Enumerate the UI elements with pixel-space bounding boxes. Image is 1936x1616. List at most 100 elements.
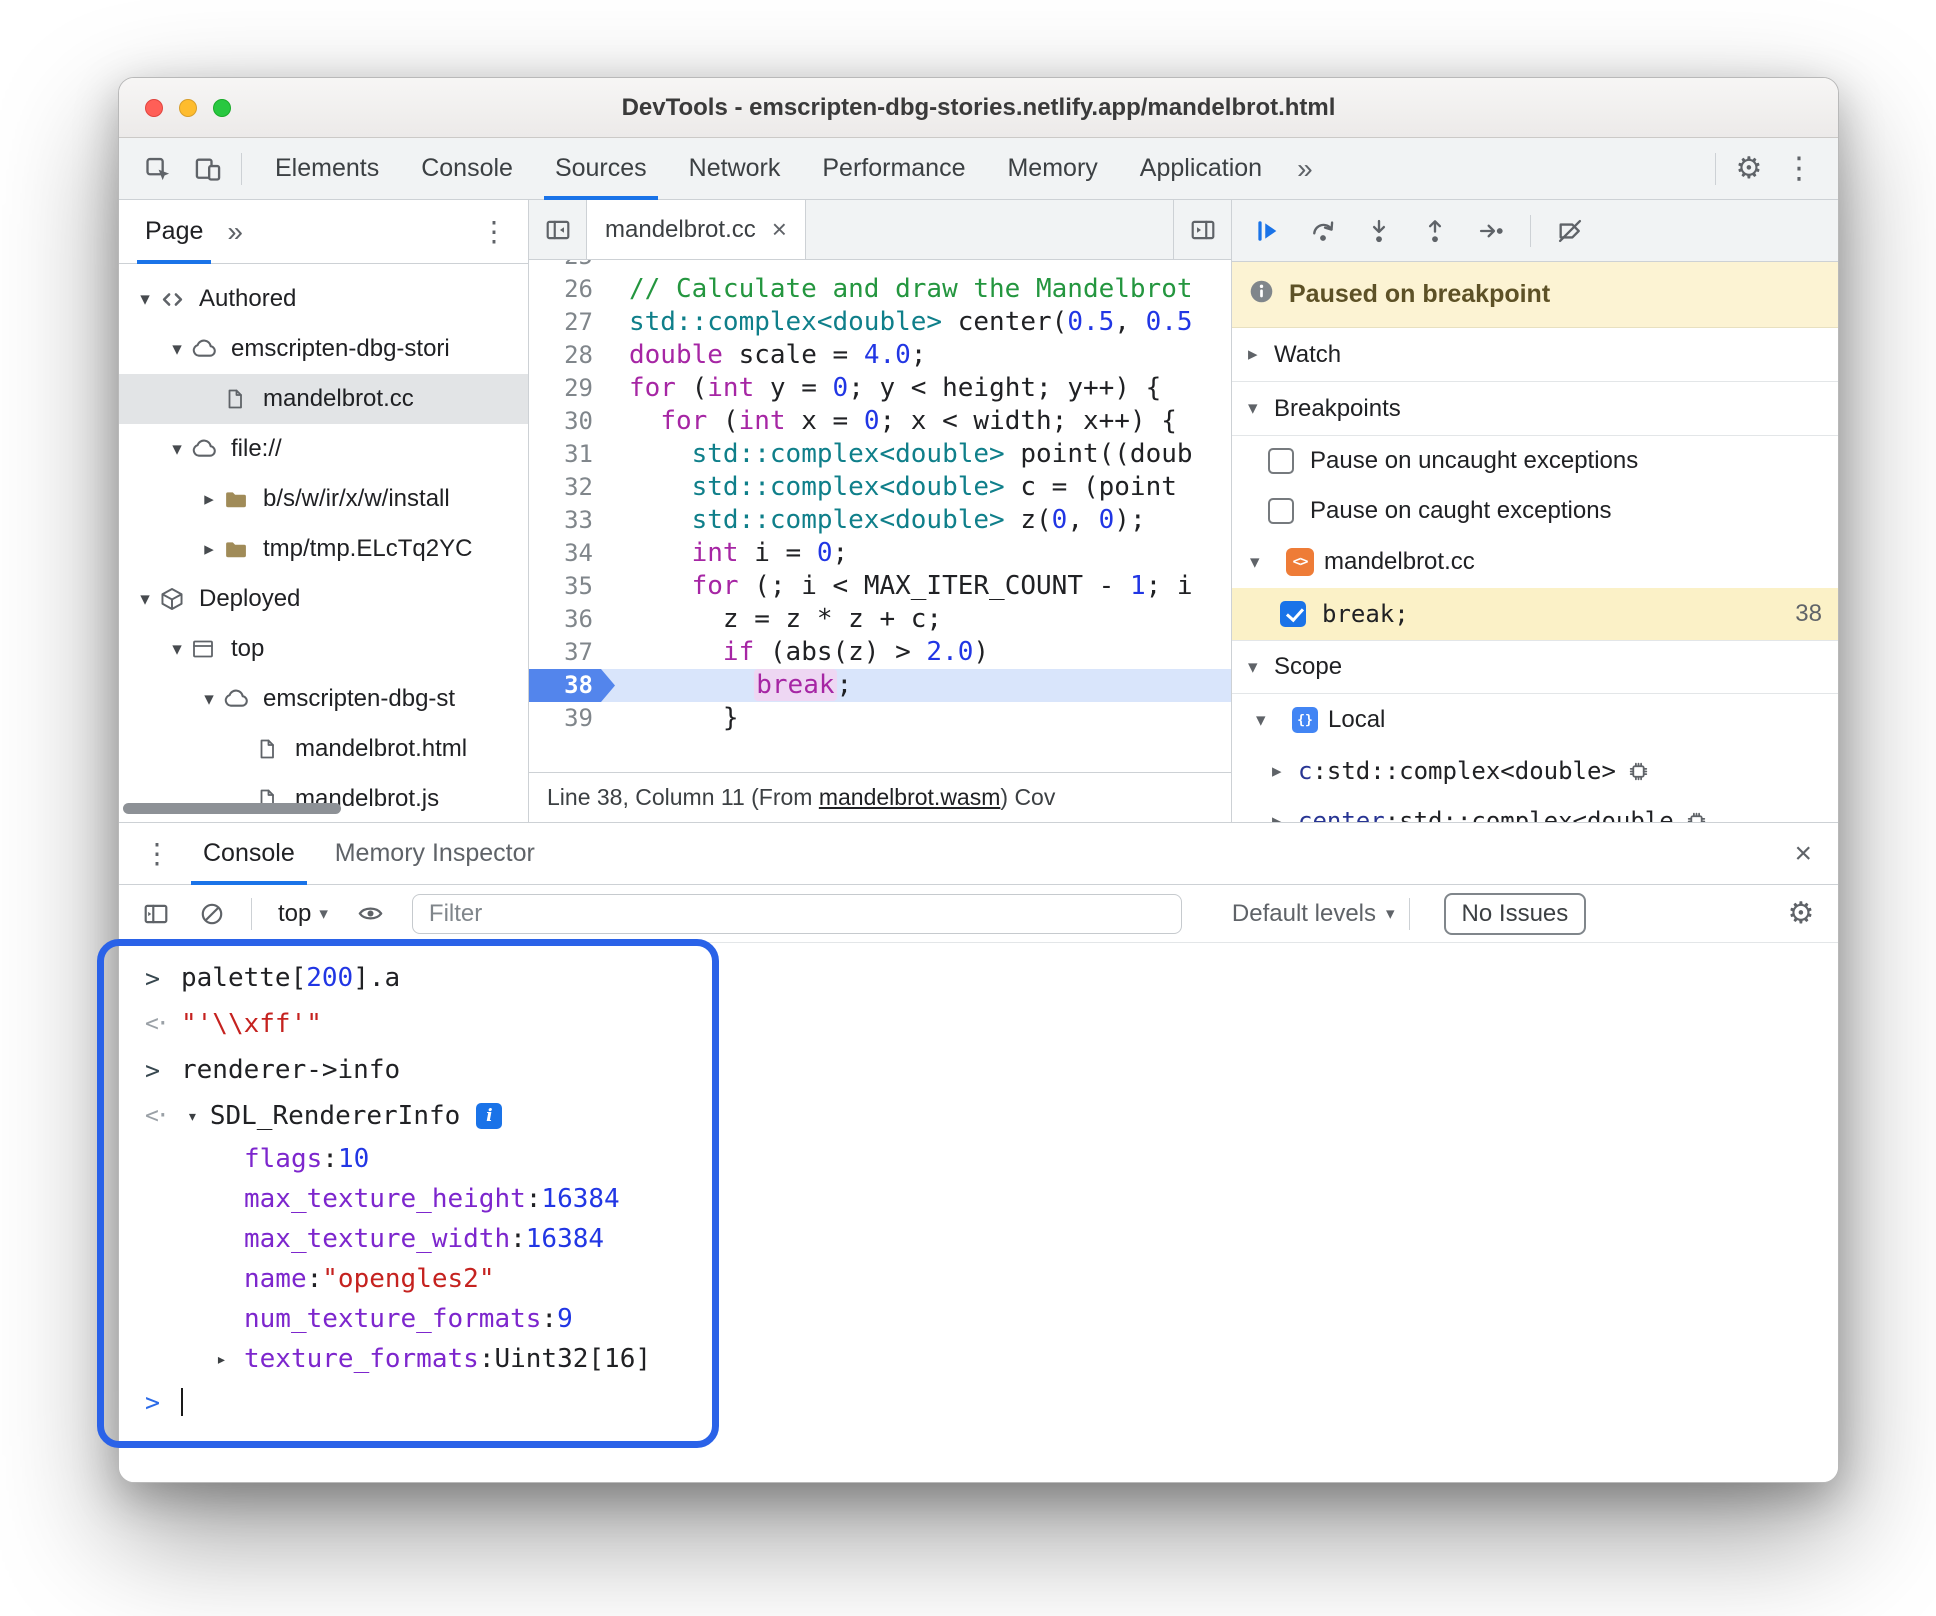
breakpoint-file-group[interactable]: ▾ mandelbrot.cc xyxy=(1232,536,1838,588)
log-levels-dropdown[interactable]: Default levels ▾ xyxy=(1232,900,1395,928)
console-output-entry[interactable]: <· "'\\xff'" xyxy=(119,1001,1838,1047)
horizontal-scrollbar[interactable] xyxy=(123,803,341,814)
tree-item-top[interactable]: ▾ top xyxy=(119,624,528,674)
step-into-icon[interactable] xyxy=(1354,207,1404,255)
object-property-texture_formats[interactable]: ▸ texture_formats: Uint32[16] xyxy=(119,1339,1838,1379)
tree-item-deployed[interactable]: ▾ Deployed xyxy=(119,574,528,624)
object-property-max_texture_width[interactable]: max_texture_width: 16384 xyxy=(119,1219,1838,1259)
execution-line-marker[interactable]: 38 xyxy=(529,669,615,702)
toolbar-tab-performance[interactable]: Performance xyxy=(801,138,986,200)
memory-inspector-icon[interactable] xyxy=(1626,759,1651,784)
toolbar-tab-memory[interactable]: Memory xyxy=(986,138,1118,200)
pause-on-uncaught-checkbox[interactable] xyxy=(1268,448,1294,474)
chevron-down-icon[interactable]: ▾ xyxy=(1248,656,1274,679)
scope-local-row[interactable]: ▾ Local xyxy=(1232,694,1838,746)
line-number[interactable]: 33 xyxy=(529,504,615,537)
chevron-right-icon[interactable]: ▸ xyxy=(1272,760,1298,783)
step-out-icon[interactable] xyxy=(1410,207,1460,255)
no-issues-button[interactable]: No Issues xyxy=(1443,892,1587,935)
expander-down-icon[interactable]: ▾ xyxy=(163,438,191,461)
toolbar-tab-network[interactable]: Network xyxy=(668,138,802,200)
tree-item-mandelbrot-js[interactable]: mandelbrot.js xyxy=(119,774,528,822)
line-number[interactable]: 35 xyxy=(529,570,615,603)
expander-down-icon[interactable]: ▾ xyxy=(163,638,191,661)
pause-on-uncaught-row[interactable]: Pause on uncaught exceptions xyxy=(1232,436,1838,486)
pause-on-caught-row[interactable]: Pause on caught exceptions xyxy=(1232,486,1838,536)
object-property-name[interactable]: name: "opengles2" xyxy=(119,1259,1838,1299)
toolbar-tab-sources[interactable]: Sources xyxy=(534,138,668,200)
line-number[interactable]: 25 xyxy=(529,260,615,273)
clear-console-icon[interactable] xyxy=(187,890,237,938)
line-number[interactable]: 28 xyxy=(529,339,615,372)
console-object-entry[interactable]: <· ▾ SDL_RendererInfo i xyxy=(119,1093,1838,1139)
chevron-down-icon[interactable]: ▾ xyxy=(1248,397,1274,420)
toolbar-tab-console[interactable]: Console xyxy=(400,138,534,200)
console-sidebar-icon[interactable] xyxy=(131,890,181,938)
wasm-source-link[interactable]: mandelbrot.wasm xyxy=(819,784,1001,811)
pause-on-caught-checkbox[interactable] xyxy=(1268,498,1294,524)
tree-item-b-s-w-ir-x-w-install[interactable]: ▸ b/s/w/ir/x/w/install xyxy=(119,474,528,524)
chevron-down-icon[interactable]: ▾ xyxy=(1256,709,1282,732)
inspect-icon[interactable] xyxy=(133,145,183,193)
drawer-tab-memory-inspector[interactable]: Memory Inspector xyxy=(315,823,555,885)
console-prompt[interactable]: > xyxy=(119,1379,1838,1425)
main-menu-kebab-icon[interactable]: ⋮ xyxy=(1774,145,1824,193)
scope-variable-center[interactable]: ▸ center std::complex<double xyxy=(1232,796,1838,822)
navigator-kebab-icon[interactable]: ⋮ xyxy=(470,215,518,248)
close-window-button[interactable] xyxy=(145,98,163,117)
breakpoints-section-header[interactable]: ▾ Breakpoints xyxy=(1232,382,1838,436)
info-badge-icon[interactable]: i xyxy=(476,1103,503,1129)
tree-item-file-[interactable]: ▾ file:// xyxy=(119,424,528,474)
line-number[interactable]: 37 xyxy=(529,636,615,669)
expander-right-icon[interactable]: ▸ xyxy=(195,538,223,561)
close-drawer-icon[interactable]: × xyxy=(1780,837,1826,871)
tree-item-emscripten-dbg-st[interactable]: ▾ emscripten-dbg-st xyxy=(119,674,528,724)
line-number[interactable]: 36 xyxy=(529,603,615,636)
line-number[interactable]: 39 xyxy=(529,702,615,735)
toolbar-tab-application[interactable]: Application xyxy=(1119,138,1283,200)
step-over-icon[interactable] xyxy=(1298,207,1348,255)
settings-gear-icon[interactable]: ⚙ xyxy=(1724,145,1774,193)
scope-variable-c[interactable]: ▸ c std::complex<double> xyxy=(1232,746,1838,796)
expander-down-icon[interactable]: ▾ xyxy=(195,688,223,711)
breakpoint-checkbox[interactable] xyxy=(1280,601,1306,627)
watch-section-header[interactable]: ▸ Watch xyxy=(1232,328,1838,382)
object-property-num_texture_formats[interactable]: num_texture_formats: 9 xyxy=(119,1299,1838,1339)
device-toolbar-icon[interactable] xyxy=(183,145,233,193)
code-area[interactable]: 2526 // Calculate and draw the Mandelbrot… xyxy=(529,260,1231,772)
line-number[interactable]: 34 xyxy=(529,537,615,570)
expander-down-icon[interactable]: ▾ xyxy=(131,588,159,611)
toggle-debugger-sidebar-icon[interactable] xyxy=(1173,200,1231,259)
toolbar-tab-elements[interactable]: Elements xyxy=(254,138,400,200)
chevron-right-icon[interactable]: ▸ xyxy=(1248,343,1274,366)
console-filter-input[interactable] xyxy=(411,893,1182,934)
object-property-max_texture_height[interactable]: max_texture_height: 16384 xyxy=(119,1179,1838,1219)
memory-inspector-icon[interactable] xyxy=(1684,809,1709,822)
tree-item-tmp-tmp-elctq2yc[interactable]: ▸ tmp/tmp.ELcTq2YC xyxy=(119,524,528,574)
navigator-tab-page[interactable]: Page xyxy=(131,200,217,264)
object-property-flags[interactable]: flags: 10 xyxy=(119,1139,1838,1179)
step-icon[interactable] xyxy=(1466,207,1516,255)
line-number[interactable]: 30 xyxy=(529,405,615,438)
tree-item-mandelbrot-html[interactable]: mandelbrot.html xyxy=(119,724,528,774)
minimize-window-button[interactable] xyxy=(179,98,197,117)
toggle-navigator-icon[interactable] xyxy=(529,200,587,259)
navigator-more-tabs-icon[interactable]: » xyxy=(217,216,253,248)
more-panels-icon[interactable]: » xyxy=(1283,153,1327,185)
console-output[interactable]: > palette[200].a <· "'\\xff'" > renderer->inf… xyxy=(119,943,1838,1482)
drawer-kebab-icon[interactable]: ⋮ xyxy=(131,837,183,870)
chevron-right-icon[interactable]: ▸ xyxy=(216,1349,244,1370)
deactivate-breakpoints-icon[interactable] xyxy=(1545,207,1595,255)
line-number[interactable]: 26 xyxy=(529,273,615,306)
expander-right-icon[interactable]: ▸ xyxy=(195,488,223,511)
close-tab-icon[interactable]: × xyxy=(772,214,787,245)
expander-down-icon[interactable]: ▾ xyxy=(163,338,191,361)
breakpoint-entry[interactable]: break; 38 xyxy=(1232,588,1838,640)
chevron-down-icon[interactable]: ▾ xyxy=(1250,551,1276,574)
scope-section-header[interactable]: ▾ Scope xyxy=(1232,640,1838,694)
drawer-tab-console[interactable]: Console xyxy=(183,823,315,885)
line-number[interactable]: 31 xyxy=(529,438,615,471)
chevron-right-icon[interactable]: ▸ xyxy=(1272,810,1298,823)
editor-tab-mandelbrot[interactable]: mandelbrot.cc × xyxy=(587,200,806,259)
line-number[interactable]: 32 xyxy=(529,471,615,504)
